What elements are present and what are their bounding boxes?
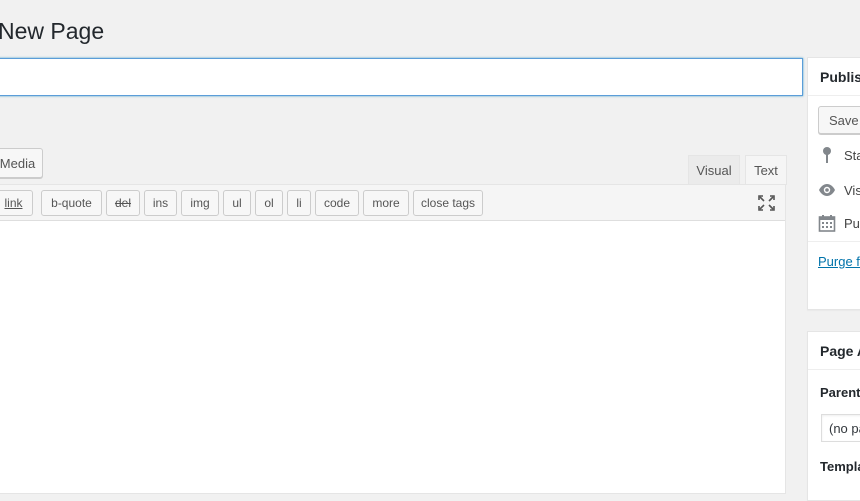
quicktag-close-tags-button[interactable]: close tags: [413, 190, 483, 216]
quicktag-ins-button[interactable]: ins: [144, 190, 177, 216]
quicktag-ol-button[interactable]: ol: [255, 190, 283, 216]
status-row: Status:: [818, 145, 860, 165]
publish-box-section-divider: [808, 241, 860, 242]
quicktag-more-button[interactable]: more: [363, 190, 409, 216]
publish-date-row: Publish: [818, 213, 860, 233]
visibility-label: Visibility:: [844, 182, 860, 198]
publish-box-title[interactable]: Publish: [820, 69, 860, 85]
parent-label: Parent: [820, 385, 860, 400]
publish-label: Publish: [844, 215, 860, 231]
eye-icon: [819, 184, 835, 196]
purge-cache-link[interactable]: Purge from cache: [818, 254, 860, 269]
save-draft-button[interactable]: Save: [818, 106, 860, 134]
quicktag-img-button[interactable]: img: [181, 190, 219, 216]
page-title: New Page: [0, 18, 105, 44]
title-input[interactable]: [0, 58, 803, 96]
publish-box-divider: [808, 95, 860, 96]
add-media-button[interactable]: Media: [0, 148, 43, 178]
page-attributes-title[interactable]: Page Attributes: [820, 343, 860, 359]
quicktag-link-button[interactable]: link: [0, 190, 33, 216]
pin-icon: [823, 147, 831, 163]
status-label: Status:: [844, 147, 860, 163]
quicktag-bquote-button[interactable]: b-quote: [41, 190, 102, 216]
distraction-free-icon[interactable]: [758, 195, 775, 211]
calendar-icon: [818, 215, 836, 232]
editor-container: link b-quote del ins img ul ol li code m…: [0, 184, 786, 494]
tab-text[interactable]: Text: [745, 155, 787, 185]
quicktags-toolbar: link b-quote del ins img ul ol li code m…: [0, 185, 785, 221]
publish-box: Publish Save Status: Visibility: Publish: [807, 57, 860, 310]
page-attributes-box: Page Attributes Parent (no parent) Templ…: [807, 331, 860, 501]
quicktag-del-button[interactable]: del: [106, 190, 140, 216]
quicktag-ul-button[interactable]: ul: [223, 190, 251, 216]
quicktag-li-button[interactable]: li: [287, 190, 311, 216]
tab-visual[interactable]: Visual: [688, 155, 740, 184]
page-attributes-divider: [808, 369, 860, 370]
template-label: Template: [820, 459, 860, 474]
visibility-row: Visibility:: [818, 180, 860, 200]
parent-select[interactable]: (no parent): [821, 414, 860, 442]
quicktag-code-button[interactable]: code: [315, 190, 359, 216]
content-textarea[interactable]: [0, 221, 785, 493]
